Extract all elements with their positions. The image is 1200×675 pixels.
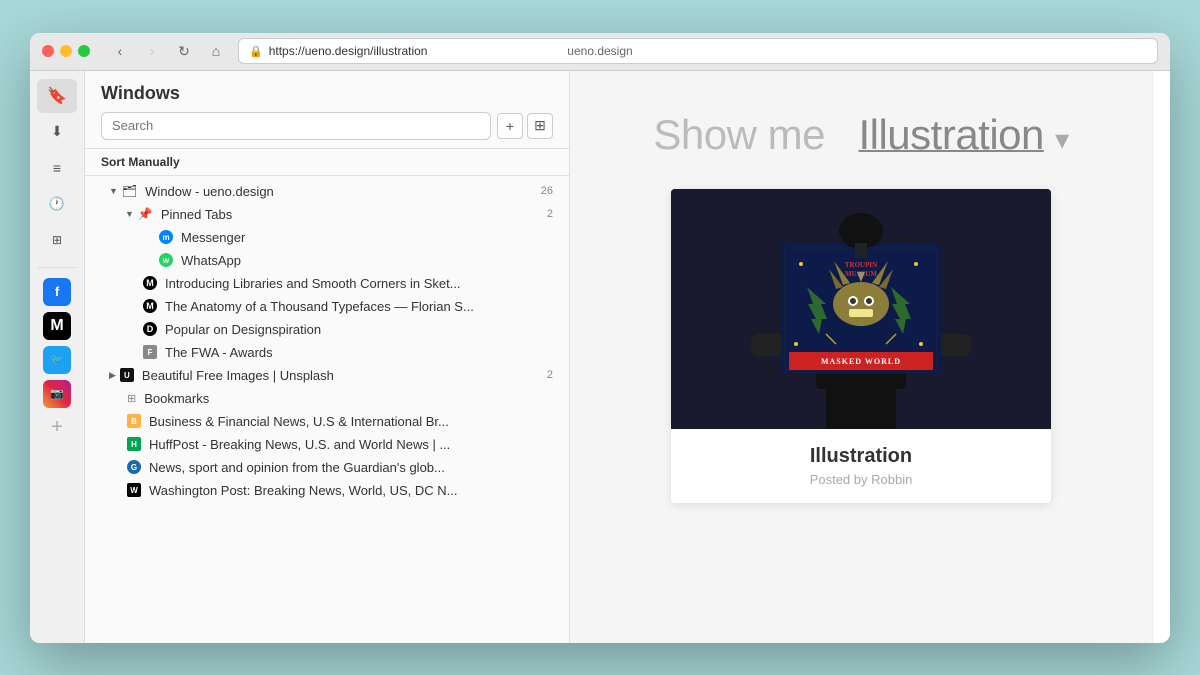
- search-bar: + ⊞: [101, 112, 553, 140]
- bookmarks-panel: Windows + ⊞ Sort Manually 🗂 Window - u: [85, 71, 570, 643]
- url-text: https://ueno.design/illustration: [269, 44, 1147, 58]
- list-item[interactable]: F The FWA - Awards: [85, 341, 569, 364]
- facebook-icon[interactable]: f: [43, 278, 71, 306]
- list-item[interactable]: H HuffPost - Breaking News, U.S. and Wor…: [85, 433, 569, 456]
- add-window-button[interactable]: +: [497, 113, 523, 139]
- list-item[interactable]: ⊞ Bookmarks: [85, 387, 569, 410]
- browser-window: ‹ › ↻ ⌂ 🔒 https://ueno.design/illustrati…: [30, 33, 1170, 643]
- illustration-card: TROUPIN MUSEUM: [671, 189, 1051, 503]
- chevron-down-icon[interactable]: [125, 209, 134, 219]
- minimize-button[interactable]: [60, 45, 72, 57]
- heading-arrow[interactable]: ▾: [1055, 124, 1069, 155]
- search-input[interactable]: [101, 112, 491, 140]
- instagram-icon[interactable]: 📷: [43, 380, 71, 408]
- search-actions: + ⊞: [497, 113, 553, 139]
- list-item[interactable]: M Introducing Libraries and Smooth Corne…: [85, 272, 569, 295]
- card-info: Illustration Posted by Robbin: [671, 429, 1051, 503]
- bookmarks-list: 🗂 Window - ueno.design 26 📌 Pinned Tabs …: [85, 176, 569, 643]
- maximize-button[interactable]: [78, 45, 90, 57]
- domain-label: ueno.design: [567, 44, 632, 58]
- heading-prefix: Show me: [653, 111, 825, 158]
- card-subtitle: Posted by Robbin: [687, 472, 1035, 487]
- list-item[interactable]: 📌 Pinned Tabs 2: [85, 203, 569, 226]
- whatsapp-favicon: w: [159, 253, 173, 267]
- svg-text:TROUPIN: TROUPIN: [845, 261, 877, 269]
- bookmark-sidebar-btn[interactable]: 🔖: [37, 79, 77, 113]
- main-content: Show me Illustration ▾: [570, 71, 1152, 643]
- nav-buttons: ‹ › ↻ ⌂: [106, 39, 230, 63]
- list-item[interactable]: U Beautiful Free Images | Unsplash 2: [85, 364, 569, 387]
- grid-icon: ⊞: [127, 392, 136, 405]
- medium-favicon: M: [143, 276, 157, 290]
- list-item[interactable]: M The Anatomy of a Thousand Typefaces — …: [85, 295, 569, 318]
- messenger-favicon: m: [159, 230, 173, 244]
- illustration-svg: TROUPIN MUSEUM: [671, 189, 1051, 429]
- url-bar[interactable]: 🔒 https://ueno.design/illustration: [238, 38, 1158, 64]
- business-favicon: B: [127, 414, 141, 428]
- add-social-button[interactable]: +: [51, 416, 63, 439]
- chevron-right-icon[interactable]: [109, 370, 116, 381]
- new-tab-button[interactable]: ⊞: [527, 113, 553, 139]
- folder-icon: 🗂: [122, 184, 137, 198]
- unsplash-favicon: U: [120, 368, 134, 382]
- svg-text:MASKED WORLD: MASKED WORLD: [821, 357, 901, 366]
- list-item[interactable]: W Washington Post: Breaking News, World,…: [85, 479, 569, 502]
- history-sidebar-btn[interactable]: 🕐: [37, 187, 77, 221]
- forward-button[interactable]: ›: [138, 39, 166, 63]
- titlebar: ‹ › ↻ ⌂ 🔒 https://ueno.design/illustrati…: [30, 33, 1170, 71]
- browser-body: 🔖 ⬇ ≡ 🕐 ⊞ f M 🐦 📷 + Windows + ⊞: [30, 71, 1170, 643]
- pin-icon: 📌: [138, 207, 153, 221]
- list-item[interactable]: D Popular on Designspiration: [85, 318, 569, 341]
- tabs-sidebar-btn[interactable]: ⊞: [37, 223, 77, 257]
- list-item[interactable]: G News, sport and opinion from the Guard…: [85, 456, 569, 479]
- home-button[interactable]: ⌂: [202, 39, 230, 63]
- card-title: Illustration: [687, 445, 1035, 468]
- sidebar-icons: 🔖 ⬇ ≡ 🕐 ⊞ f M 🐦 📷 +: [30, 71, 85, 643]
- bookmarks-title: Windows: [101, 83, 553, 104]
- right-panel-peek: [1152, 71, 1170, 643]
- reload-button[interactable]: ↻: [170, 39, 198, 63]
- page-heading: Show me Illustration ▾: [653, 111, 1068, 159]
- close-button[interactable]: [42, 45, 54, 57]
- medium-icon[interactable]: M: [43, 312, 71, 340]
- chevron-down-icon[interactable]: [109, 186, 118, 196]
- fwa-favicon: F: [143, 345, 157, 359]
- guardian-favicon: G: [127, 460, 141, 474]
- twitter-icon[interactable]: 🐦: [43, 346, 71, 374]
- list-item[interactable]: 🗂 Window - ueno.design 26: [85, 180, 569, 203]
- heading-main: Illustration: [858, 111, 1043, 158]
- huffpost-favicon: H: [127, 437, 141, 451]
- wapo-favicon: W: [127, 483, 141, 497]
- reader-sidebar-btn[interactable]: ≡: [37, 151, 77, 185]
- sort-bar: Sort Manually: [85, 149, 569, 176]
- traffic-lights: [42, 45, 90, 57]
- back-button[interactable]: ‹: [106, 39, 134, 63]
- list-item[interactable]: w WhatsApp: [85, 249, 569, 272]
- list-item[interactable]: B Business & Financial News, U.S & Inter…: [85, 410, 569, 433]
- list-item[interactable]: m Messenger: [85, 226, 569, 249]
- card-image: TROUPIN MUSEUM: [671, 189, 1051, 429]
- bookmarks-header: Windows + ⊞: [85, 71, 569, 149]
- download-sidebar-btn[interactable]: ⬇: [37, 115, 77, 149]
- lock-icon: 🔒: [249, 45, 263, 58]
- designspiration-favicon: D: [143, 322, 157, 336]
- medium-favicon-2: M: [143, 299, 157, 313]
